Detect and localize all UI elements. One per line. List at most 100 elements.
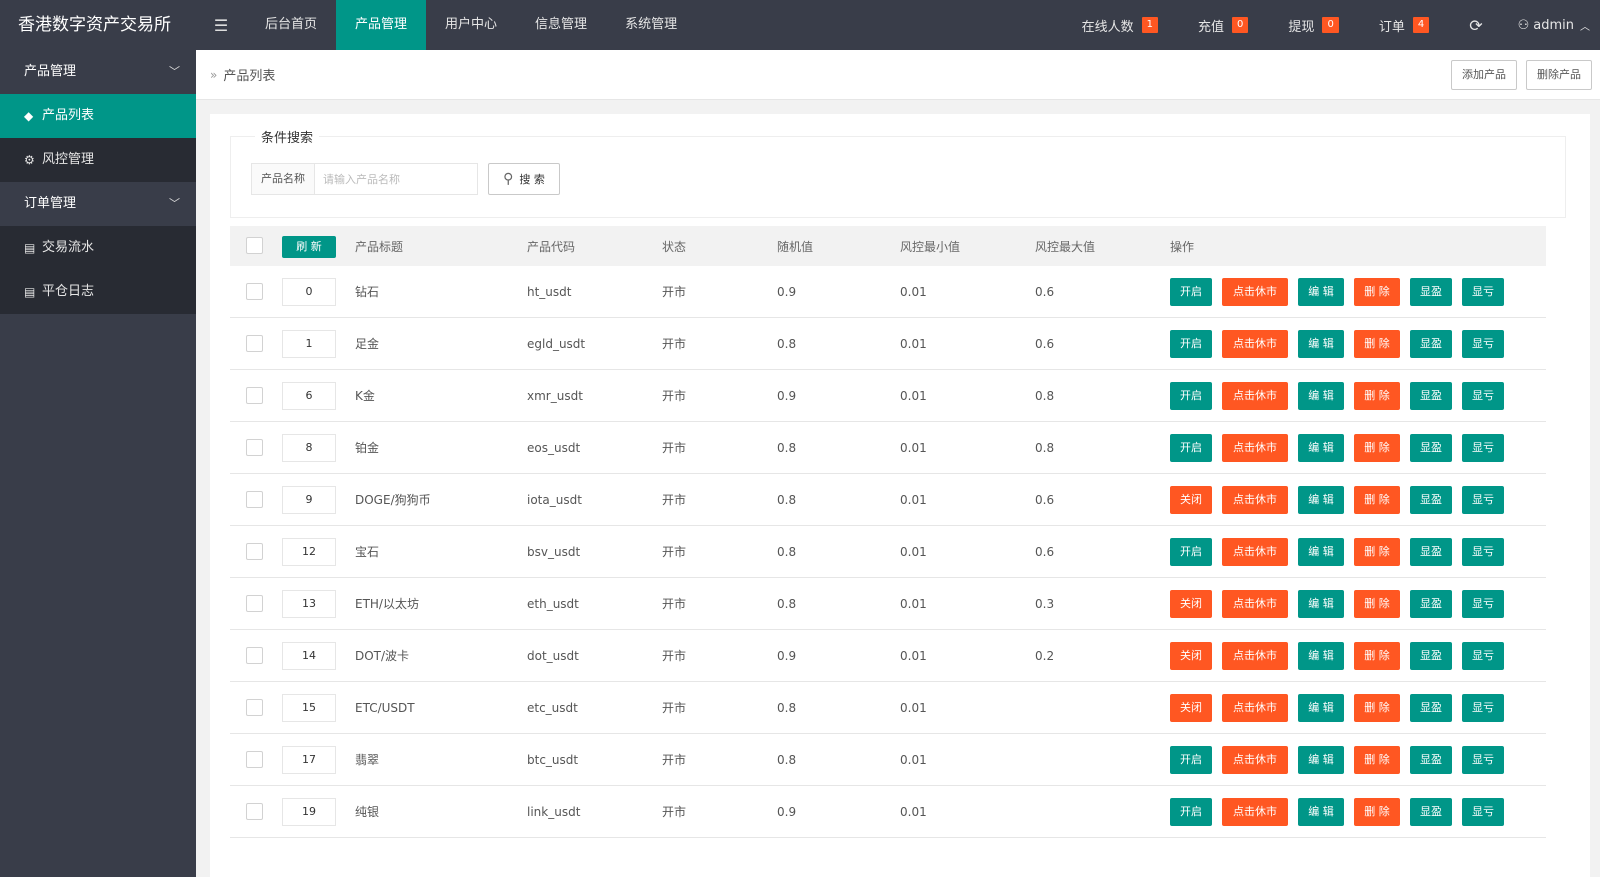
- row-checkbox[interactable]: [246, 491, 263, 508]
- orders-link[interactable]: 订单 4: [1359, 0, 1449, 50]
- suspend-market-button[interactable]: 点击休市: [1222, 277, 1288, 306]
- suspend-market-button[interactable]: 点击休市: [1222, 797, 1288, 826]
- topnav-home[interactable]: 后台首页: [246, 0, 336, 50]
- row-checkbox[interactable]: [246, 647, 263, 664]
- online-count[interactable]: 在线人数 1: [1062, 0, 1178, 50]
- show-loss-button[interactable]: 显亏: [1462, 485, 1504, 514]
- recharge-link[interactable]: 充值 0: [1178, 0, 1268, 50]
- sidebar-item-product-list[interactable]: ◆ 产品列表: [0, 94, 196, 138]
- sort-order-input[interactable]: 8: [282, 433, 336, 462]
- sort-order-input[interactable]: 1: [282, 329, 336, 358]
- suspend-market-button[interactable]: 点击休市: [1222, 537, 1288, 566]
- delete-button[interactable]: 删 除: [1354, 693, 1400, 722]
- open-button[interactable]: 开启: [1170, 745, 1212, 774]
- suspend-market-button[interactable]: 点击休市: [1222, 745, 1288, 774]
- sidebar-group-products[interactable]: 产品管理 ﹀: [0, 50, 196, 94]
- close-button[interactable]: 关闭: [1170, 485, 1212, 514]
- show-loss-button[interactable]: 显亏: [1462, 433, 1504, 462]
- suspend-market-button[interactable]: 点击休市: [1222, 485, 1288, 514]
- edit-button[interactable]: 编 辑: [1298, 485, 1344, 514]
- show-loss-button[interactable]: 显亏: [1462, 277, 1504, 306]
- sort-order-input[interactable]: 0: [282, 277, 336, 306]
- show-profit-button[interactable]: 显盈: [1410, 381, 1452, 410]
- user-menu[interactable]: ⚇ admin ︿: [1503, 0, 1600, 50]
- show-profit-button[interactable]: 显盈: [1410, 745, 1452, 774]
- sort-order-input[interactable]: 9: [282, 485, 336, 514]
- delete-button[interactable]: 删 除: [1354, 277, 1400, 306]
- row-checkbox[interactable]: [246, 751, 263, 768]
- edit-button[interactable]: 编 辑: [1298, 589, 1344, 618]
- sort-order-input[interactable]: 14: [282, 641, 336, 670]
- open-button[interactable]: 开启: [1170, 329, 1212, 358]
- show-loss-button[interactable]: 显亏: [1462, 745, 1504, 774]
- row-checkbox[interactable]: [246, 803, 263, 820]
- delete-button[interactable]: 删 除: [1354, 641, 1400, 670]
- edit-button[interactable]: 编 辑: [1298, 537, 1344, 566]
- sort-order-input[interactable]: 17: [282, 745, 336, 774]
- suspend-market-button[interactable]: 点击休市: [1222, 329, 1288, 358]
- topnav-products[interactable]: 产品管理: [336, 0, 427, 50]
- edit-button[interactable]: 编 辑: [1298, 329, 1344, 358]
- refresh-icon[interactable]: ⟳: [1449, 0, 1502, 50]
- row-checkbox[interactable]: [246, 699, 263, 716]
- close-button[interactable]: 关闭: [1170, 693, 1212, 722]
- edit-button[interactable]: 编 辑: [1298, 277, 1344, 306]
- hamburger-icon[interactable]: ☰: [196, 0, 246, 50]
- show-loss-button[interactable]: 显亏: [1462, 329, 1504, 358]
- topnav-users[interactable]: 用户中心: [426, 0, 516, 50]
- sidebar-item-risk-control[interactable]: ⚙ 风控管理: [0, 138, 196, 182]
- delete-button[interactable]: 删 除: [1354, 589, 1400, 618]
- open-button[interactable]: 开启: [1170, 381, 1212, 410]
- suspend-market-button[interactable]: 点击休市: [1222, 589, 1288, 618]
- row-checkbox[interactable]: [246, 335, 263, 352]
- row-checkbox[interactable]: [246, 595, 263, 612]
- sort-order-input[interactable]: 19: [282, 797, 336, 826]
- delete-button[interactable]: 删 除: [1354, 745, 1400, 774]
- edit-button[interactable]: 编 辑: [1298, 433, 1344, 462]
- refresh-button[interactable]: 刷 新: [282, 236, 336, 258]
- delete-product-button[interactable]: 删除产品: [1526, 60, 1592, 90]
- sidebar-group-orders[interactable]: 订单管理 ﹀: [0, 182, 196, 226]
- close-button[interactable]: 关闭: [1170, 641, 1212, 670]
- open-button[interactable]: 开启: [1170, 433, 1212, 462]
- show-loss-button[interactable]: 显亏: [1462, 589, 1504, 618]
- add-product-button[interactable]: 添加产品: [1451, 60, 1517, 90]
- show-loss-button[interactable]: 显亏: [1462, 381, 1504, 410]
- delete-button[interactable]: 删 除: [1354, 433, 1400, 462]
- sort-order-input[interactable]: 12: [282, 537, 336, 566]
- edit-button[interactable]: 编 辑: [1298, 641, 1344, 670]
- show-loss-button[interactable]: 显亏: [1462, 693, 1504, 722]
- show-profit-button[interactable]: 显盈: [1410, 537, 1452, 566]
- sort-order-input[interactable]: 15: [282, 693, 336, 722]
- delete-button[interactable]: 删 除: [1354, 485, 1400, 514]
- open-button[interactable]: 开启: [1170, 277, 1212, 306]
- sidebar-item-close-log[interactable]: ▤ 平仓日志: [0, 270, 196, 314]
- show-loss-button[interactable]: 显亏: [1462, 641, 1504, 670]
- edit-button[interactable]: 编 辑: [1298, 745, 1344, 774]
- select-all-checkbox[interactable]: [246, 237, 263, 254]
- withdraw-link[interactable]: 提现 0: [1268, 0, 1358, 50]
- edit-button[interactable]: 编 辑: [1298, 381, 1344, 410]
- show-profit-button[interactable]: 显盈: [1410, 797, 1452, 826]
- show-profit-button[interactable]: 显盈: [1410, 485, 1452, 514]
- show-loss-button[interactable]: 显亏: [1462, 537, 1504, 566]
- show-profit-button[interactable]: 显盈: [1410, 589, 1452, 618]
- open-button[interactable]: 开启: [1170, 537, 1212, 566]
- close-button[interactable]: 关闭: [1170, 589, 1212, 618]
- open-button[interactable]: 开启: [1170, 797, 1212, 826]
- edit-button[interactable]: 编 辑: [1298, 797, 1344, 826]
- show-profit-button[interactable]: 显盈: [1410, 433, 1452, 462]
- row-checkbox[interactable]: [246, 283, 263, 300]
- row-checkbox[interactable]: [246, 439, 263, 456]
- row-checkbox[interactable]: [246, 543, 263, 560]
- delete-button[interactable]: 删 除: [1354, 381, 1400, 410]
- row-checkbox[interactable]: [246, 387, 263, 404]
- topnav-info[interactable]: 信息管理: [516, 0, 606, 50]
- search-button[interactable]: ⚲ 搜 索: [488, 163, 560, 195]
- sort-order-input[interactable]: 6: [282, 381, 336, 410]
- sort-order-input[interactable]: 13: [282, 589, 336, 618]
- show-profit-button[interactable]: 显盈: [1410, 693, 1452, 722]
- sidebar-item-transactions[interactable]: ▤ 交易流水: [0, 226, 196, 270]
- product-name-input[interactable]: [314, 163, 478, 195]
- suspend-market-button[interactable]: 点击休市: [1222, 693, 1288, 722]
